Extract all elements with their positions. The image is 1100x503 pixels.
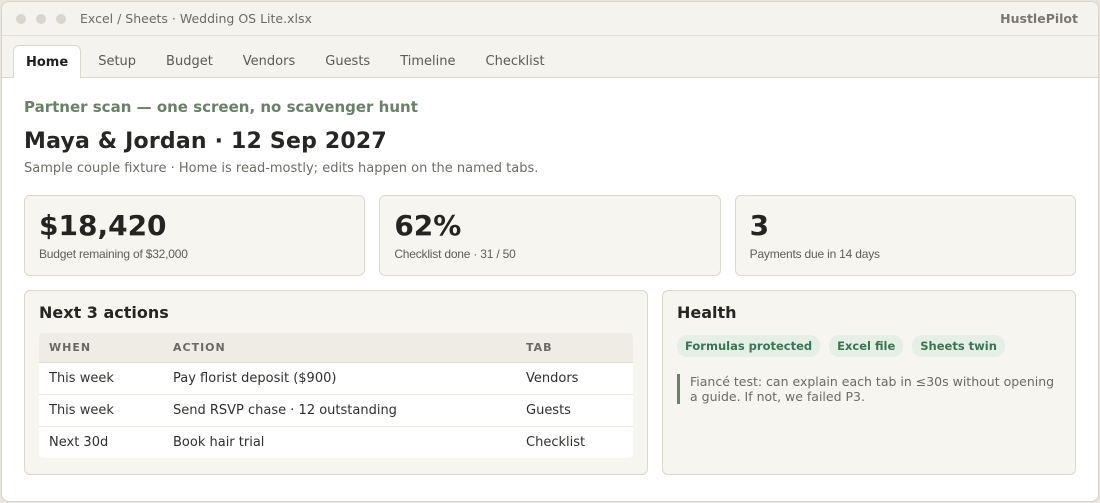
window-title: Excel / Sheets · Wedding OS Lite.xlsx [80, 11, 312, 26]
kicker-text: Partner scan — one screen, no scavenger … [24, 98, 418, 116]
next-actions-panel: Next 3 actions WHEN ACTION TAB This week… [24, 290, 648, 475]
health-panel: Health Formulas protected Excel file She… [662, 290, 1076, 475]
checklist-card: 62% Checklist done · 31 / 50 [379, 195, 721, 276]
sheet-tabs: Home Setup Budget Vendors Guests Timelin… [2, 36, 1098, 78]
checklist-done-label: Checklist done · 31 / 50 [394, 247, 516, 261]
checklist-done-value: 62% [394, 209, 462, 242]
tab-vendors[interactable]: Vendors [230, 45, 308, 77]
payments-due-value: 3 [749, 209, 770, 242]
budget-card: $18,420 Budget remaining of $32,000 [24, 195, 366, 276]
actions-table: WHEN ACTION TAB This week Pay florist de… [39, 333, 633, 458]
cell-action: Pay florist deposit ($900) [163, 362, 516, 395]
table-row: This week Pay florist deposit ($900) Ven… [39, 362, 633, 395]
status-badge: Formulas protected [677, 335, 821, 357]
tab-setup[interactable]: Setup [85, 45, 149, 77]
kpi-cards: $18,420 Budget remaining of $32,000 62% … [24, 195, 1076, 276]
health-title: Health [677, 303, 737, 322]
table-row: Next 30d Book hair trial Checklist [39, 426, 633, 458]
cell-tab: Guests [516, 394, 633, 427]
health-badges: Formulas protected Excel file Sheets twi… [677, 335, 1061, 357]
tab-checklist[interactable]: Checklist [473, 45, 558, 77]
column-header-when: WHEN [39, 333, 163, 363]
table-row: This week Send RSVP chase · 12 outstandi… [39, 394, 633, 427]
column-header-action: ACTION [163, 333, 516, 363]
tab-budget[interactable]: Budget [153, 45, 226, 77]
cell-action: Send RSVP chase · 12 outstanding [163, 394, 516, 427]
cell-when: Next 30d [49, 434, 109, 450]
budget-remaining-value: $18,420 [39, 209, 167, 242]
column-header-tab: TAB [516, 333, 633, 363]
cell-when: This week [39, 362, 163, 395]
lower-panels: Next 3 actions WHEN ACTION TAB This week… [24, 290, 1076, 475]
tab-home[interactable]: Home [13, 45, 82, 78]
tab-guests[interactable]: Guests [312, 45, 383, 77]
minimize-window-button[interactable] [36, 13, 46, 24]
tab-timeline[interactable]: Timeline [387, 45, 468, 77]
title-bar: Excel / Sheets · Wedding OS Lite.xlsx Hu… [2, 2, 1098, 36]
window-controls [16, 13, 66, 24]
cell-when: This week [39, 394, 163, 427]
cell-action: Book hair trial [173, 434, 265, 450]
status-badge: Sheets twin [912, 335, 1005, 357]
page-title: Maya & Jordan · 12 Sep 2027 [24, 129, 387, 154]
fiance-test-note: Fiancé test: can explain each tab in ≤30… [677, 374, 1057, 404]
payments-card: 3 Payments due in 14 days [734, 195, 1076, 276]
brand-logo: HustlePilot [1000, 11, 1078, 26]
status-badge: Excel file [829, 335, 904, 357]
home-sheet: Partner scan — one screen, no scavenger … [2, 98, 1098, 475]
close-window-button[interactable] [16, 13, 26, 24]
cell-tab: Checklist [526, 434, 586, 450]
budget-remaining-label: Budget remaining of $32,000 [39, 247, 188, 261]
maximize-window-button[interactable] [56, 13, 66, 24]
table-header-row: WHEN ACTION TAB [39, 333, 633, 363]
next-actions-title: Next 3 actions [39, 303, 169, 322]
page-subtitle: Sample couple fixture · Home is read-mos… [24, 161, 539, 176]
payments-due-label: Payments due in 14 days [749, 247, 880, 261]
app-window: Excel / Sheets · Wedding OS Lite.xlsx Hu… [1, 1, 1099, 502]
cell-tab: Vendors [516, 362, 633, 395]
